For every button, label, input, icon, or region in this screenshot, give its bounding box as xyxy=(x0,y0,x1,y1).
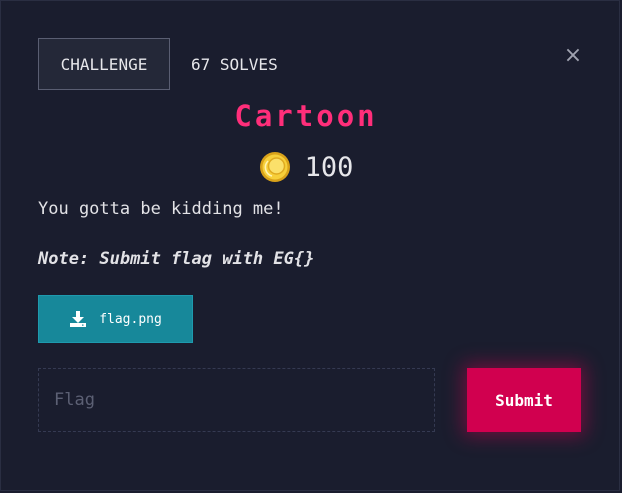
challenge-note: Note: Submit flag with EG{} xyxy=(38,249,315,269)
challenge-modal: CHALLENGE 67 SOLVES × Cartoon 100 You go… xyxy=(0,0,620,491)
file-name: flag.png xyxy=(99,311,162,327)
tab-solves-label: 67 SOLVES xyxy=(191,54,278,74)
tab-challenge[interactable]: CHALLENGE xyxy=(38,38,170,90)
challenge-title: Cartoon xyxy=(234,99,378,133)
download-file-button[interactable]: flag.png xyxy=(38,295,193,343)
challenge-description: You gotta be kidding me! xyxy=(38,199,284,219)
flag-input[interactable] xyxy=(38,368,435,432)
tab-solves[interactable]: 67 SOLVES xyxy=(191,38,278,90)
tab-challenge-label: CHALLENGE xyxy=(60,54,148,74)
download-icon xyxy=(70,311,87,327)
close-icon[interactable]: × xyxy=(563,43,583,68)
points-value: 100 xyxy=(304,151,354,183)
submit-button[interactable]: Submit xyxy=(467,368,581,432)
challenge-points: 100 xyxy=(1,149,611,185)
coin-icon xyxy=(259,152,290,182)
